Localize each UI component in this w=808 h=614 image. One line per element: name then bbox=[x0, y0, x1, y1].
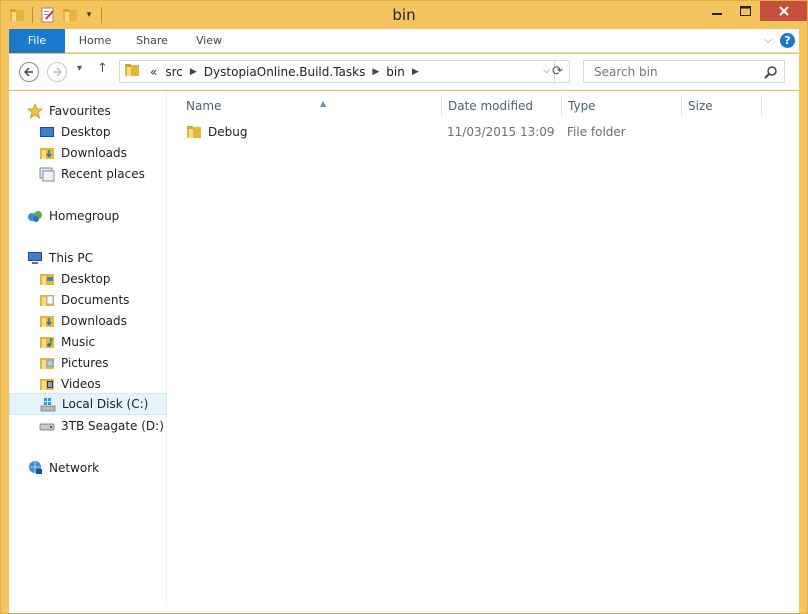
ribbon-tabs: File Home Share View ⌵ ? bbox=[9, 29, 799, 53]
search-icon[interactable] bbox=[764, 65, 778, 79]
nav-label: Videos bbox=[61, 376, 101, 391]
search-input[interactable] bbox=[592, 63, 752, 80]
nav-pc-documents[interactable]: Documents bbox=[39, 289, 129, 310]
search-box[interactable] bbox=[583, 60, 785, 83]
music-folder-icon bbox=[39, 334, 55, 350]
file-name-cell[interactable]: Debug bbox=[186, 124, 247, 140]
external-drive-icon bbox=[39, 418, 55, 434]
tab-share[interactable]: Share bbox=[129, 29, 175, 53]
refresh-button[interactable]: ⟳ bbox=[546, 60, 570, 83]
refresh-icon: ⟳ bbox=[552, 64, 563, 79]
explorer-window: ▾ bin File Home Share View ⌵ ? ▾ ↑ « src… bbox=[0, 0, 808, 614]
file-list-pane: Name ▲ Date modified Type Size Debug 11/… bbox=[168, 91, 799, 605]
file-type: File folder bbox=[567, 125, 626, 139]
nav-pc-music[interactable]: Music bbox=[39, 331, 95, 352]
help-icon[interactable]: ? bbox=[780, 33, 795, 48]
recent-places-icon bbox=[39, 166, 55, 182]
pictures-folder-icon bbox=[39, 355, 55, 371]
navigation-pane: Favourites Desktop Downloads Recent plac… bbox=[9, 91, 167, 605]
status-bar bbox=[9, 605, 799, 613]
downloads-folder-icon bbox=[39, 313, 55, 329]
window-title: bin bbox=[392, 6, 416, 24]
column-label: Size bbox=[688, 99, 713, 113]
back-button[interactable] bbox=[19, 62, 39, 82]
nav-label: Recent places bbox=[61, 166, 145, 181]
nav-homegroup[interactable]: Homegroup bbox=[27, 205, 119, 226]
navigation-bar: ▾ ↑ « src ▶ DystopiaOnline.Build.Tasks ▶… bbox=[9, 54, 799, 90]
tab-home[interactable]: Home bbox=[71, 29, 119, 53]
expand-ribbon-icon[interactable]: ⌵ bbox=[764, 35, 772, 46]
file-name: Debug bbox=[208, 125, 248, 139]
nav-favourites-downloads[interactable]: Downloads bbox=[39, 142, 127, 163]
nav-label: Local Disk (C:) bbox=[62, 397, 149, 411]
downloads-folder-icon bbox=[39, 145, 55, 161]
nav-label: 3TB Seagate (D:) bbox=[61, 418, 164, 433]
nav-pc-seagate-drive[interactable]: 3TB Seagate (D:) bbox=[39, 415, 164, 436]
nav-label: This PC bbox=[49, 250, 93, 265]
breadcrumb-project[interactable]: DystopiaOnline.Build.Tasks bbox=[204, 65, 366, 79]
breadcrumb-src[interactable]: src bbox=[165, 65, 183, 79]
address-bar[interactable]: « src ▶ DystopiaOnline.Build.Tasks ▶ bin… bbox=[119, 60, 555, 83]
sort-ascending-icon: ▲ bbox=[320, 99, 327, 108]
nav-pc-videos[interactable]: Videos bbox=[39, 373, 101, 394]
desktop-icon bbox=[39, 124, 55, 140]
network-icon bbox=[27, 460, 43, 476]
nav-label: Desktop bbox=[61, 124, 111, 139]
recent-locations-chevron-icon[interactable]: ▾ bbox=[77, 63, 82, 74]
column-header-name[interactable]: Name ▲ bbox=[180, 95, 442, 117]
column-header-date-modified[interactable]: Date modified bbox=[442, 95, 562, 117]
ribbon-controls: ⌵ ? bbox=[764, 33, 795, 48]
minimize-button[interactable] bbox=[702, 1, 731, 21]
nav-favourites-recent-places[interactable]: Recent places bbox=[39, 163, 145, 184]
file-row[interactable]: Debug 11/03/2015 13:09 File folder bbox=[180, 121, 760, 143]
documents-folder-icon bbox=[39, 292, 55, 308]
nav-label: Documents bbox=[61, 292, 130, 307]
column-header-size[interactable]: Size bbox=[682, 95, 762, 117]
nav-label: Music bbox=[61, 334, 96, 349]
breadcrumb-chevron-icon[interactable]: ▶ bbox=[412, 67, 419, 77]
local-disk-icon bbox=[40, 396, 56, 412]
file-date-modified: 11/03/2015 13:09 bbox=[447, 125, 555, 139]
column-label: Date modified bbox=[448, 99, 534, 113]
tab-file[interactable]: File bbox=[9, 29, 65, 53]
nav-label: Homegroup bbox=[49, 208, 120, 223]
nav-pc-desktop[interactable]: Desktop bbox=[39, 268, 111, 289]
nav-label: Favourites bbox=[49, 103, 111, 118]
videos-folder-icon bbox=[39, 376, 55, 392]
maximize-button[interactable] bbox=[731, 1, 760, 21]
nav-label: Downloads bbox=[61, 145, 127, 160]
column-header-type[interactable]: Type bbox=[562, 95, 682, 117]
desktop-folder-icon bbox=[39, 271, 55, 287]
breadcrumb-overflow[interactable]: « bbox=[150, 65, 157, 79]
title-bar: ▾ bin bbox=[1, 1, 807, 29]
nav-favourites[interactable]: Favourites bbox=[26, 100, 111, 121]
breadcrumb-chevron-icon[interactable]: ▶ bbox=[190, 67, 197, 77]
nav-label: Desktop bbox=[61, 271, 111, 286]
nav-pc-pictures[interactable]: Pictures bbox=[39, 352, 109, 373]
window-controls bbox=[702, 1, 807, 23]
close-button[interactable] bbox=[760, 1, 807, 21]
tab-view[interactable]: View bbox=[187, 29, 231, 53]
up-arrow-icon[interactable]: ↑ bbox=[97, 61, 108, 76]
content-area: Favourites Desktop Downloads Recent plac… bbox=[9, 91, 799, 605]
nav-label: Pictures bbox=[61, 355, 109, 370]
column-label: Name bbox=[186, 99, 222, 113]
breadcrumb-chevron-icon[interactable]: ▶ bbox=[372, 67, 379, 77]
homegroup-icon bbox=[27, 208, 43, 224]
computer-icon bbox=[27, 250, 43, 266]
nav-favourites-desktop[interactable]: Desktop bbox=[39, 121, 111, 142]
folder-icon bbox=[124, 62, 140, 81]
nav-label: Downloads bbox=[61, 313, 127, 328]
breadcrumb-bin[interactable]: bin bbox=[386, 65, 405, 79]
forward-button[interactable] bbox=[47, 62, 67, 82]
nav-pc-local-disk[interactable]: Local Disk (C:) bbox=[9, 393, 167, 415]
nav-label: Network bbox=[49, 460, 100, 475]
folder-icon bbox=[186, 124, 202, 140]
star-icon bbox=[26, 102, 44, 119]
nav-network[interactable]: Network bbox=[27, 457, 99, 478]
column-label: Type bbox=[568, 99, 596, 113]
nav-this-pc[interactable]: This PC bbox=[27, 247, 93, 268]
nav-pc-downloads[interactable]: Downloads bbox=[39, 310, 127, 331]
